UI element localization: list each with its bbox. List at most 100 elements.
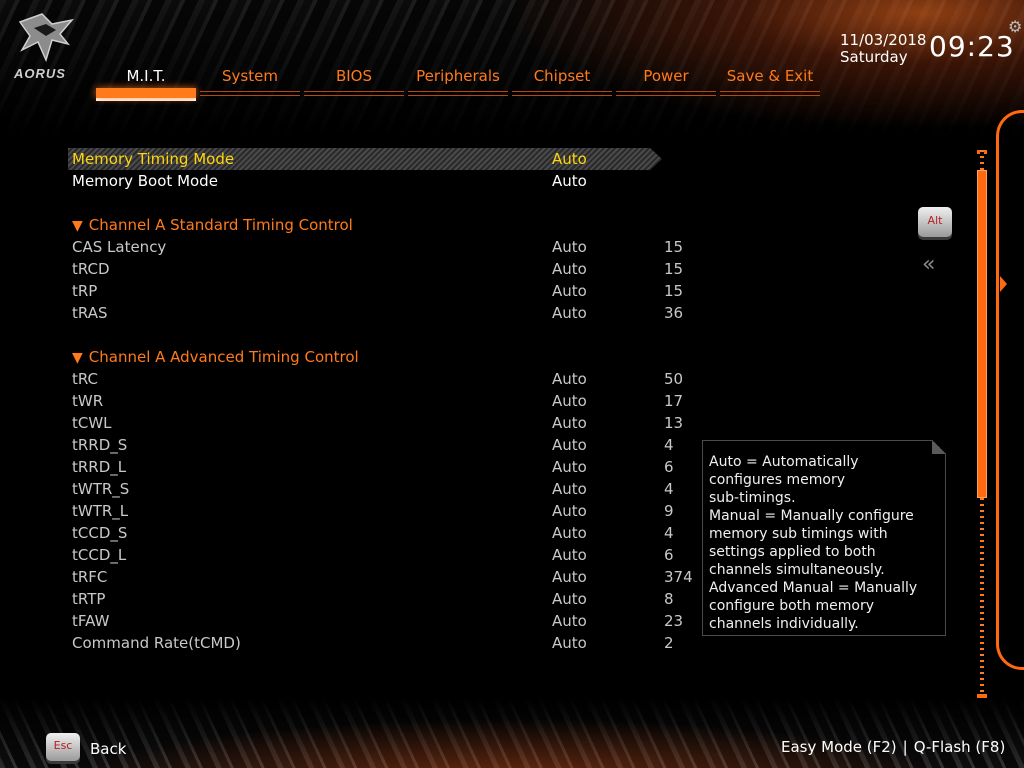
setting-mode: Auto (552, 260, 587, 278)
setting-mode: Auto (552, 546, 587, 564)
setting-mode: Auto (552, 238, 587, 256)
tab-chipset[interactable]: Chipset (512, 64, 612, 100)
setting-tcwl[interactable]: tCWL Auto 13 (72, 412, 702, 434)
setting-mode: Auto (552, 150, 587, 168)
setting-trp[interactable]: tRP Auto 15 (72, 280, 702, 302)
setting-label: tFAW (72, 612, 110, 630)
setting-tfaw[interactable]: tFAW Auto 23 (72, 610, 702, 632)
setting-label: Memory Boot Mode (72, 172, 218, 190)
setting-tras[interactable]: tRAS Auto 36 (72, 302, 702, 324)
setting-mode: Auto (552, 524, 587, 542)
section-title: Channel A Advanced Timing Control (88, 348, 359, 366)
tab-mit[interactable]: M.I.T. (96, 64, 196, 101)
setting-value: 15 (664, 260, 684, 278)
setting-label: CAS Latency (72, 238, 167, 256)
setting-label: tCCD_S (72, 524, 128, 542)
help-line: Manual = Manually configure (709, 508, 914, 524)
help-line: channels simultaneously. (709, 562, 885, 578)
setting-label: tRRD_S (72, 436, 128, 454)
setting-twr[interactable]: tWR Auto 17 (72, 390, 702, 412)
setting-command-rate[interactable]: Command Rate(tCMD) Auto 2 (72, 632, 702, 654)
side-panel-handle[interactable] (996, 110, 1024, 670)
triangle-down-icon: ▼ (72, 350, 83, 366)
setting-tccd-s[interactable]: tCCD_S Auto 4 (72, 522, 702, 544)
help-line: configures memory (709, 472, 846, 488)
setting-value: 4 (664, 436, 674, 454)
setting-mode: Auto (552, 304, 587, 322)
section-advanced-timing[interactable]: ▼ Channel A Advanced Timing Control (72, 346, 359, 369)
setting-label: tRCD (72, 260, 110, 278)
setting-memory-boot-mode[interactable]: Memory Boot Mode Auto (72, 170, 702, 192)
alt-key-button[interactable]: Alt (918, 207, 952, 237)
setting-trtp[interactable]: tRTP Auto 8 (72, 588, 702, 610)
setting-label: tRRD_L (72, 458, 127, 476)
setting-label: tWTR_S (72, 480, 130, 498)
footer-shortcuts: Easy Mode (F2) | Q-Flash (F8) (781, 738, 1005, 756)
setting-value: 23 (664, 612, 684, 630)
setting-mode: Auto (552, 436, 587, 454)
tab-bios[interactable]: BIOS (304, 64, 404, 100)
setting-trc[interactable]: tRC Auto 50 (72, 368, 702, 390)
setting-twtr-s[interactable]: tWTR_S Auto 4 (72, 478, 702, 500)
back-button[interactable]: Back (90, 740, 126, 758)
setting-tccd-l[interactable]: tCCD_L Auto 6 (72, 544, 702, 566)
setting-value: 9 (664, 502, 674, 520)
setting-mode: Auto (552, 172, 587, 190)
setting-value: 374 (664, 568, 693, 586)
esc-key-button[interactable]: Esc (46, 733, 80, 761)
tab-power[interactable]: Power (616, 64, 716, 100)
tab-system[interactable]: System (200, 64, 300, 100)
setting-value: 8 (664, 590, 674, 608)
triangle-down-icon: ▼ (72, 218, 83, 234)
setting-value: 36 (664, 304, 684, 322)
setting-mode: Auto (552, 590, 587, 608)
setting-value: 6 (664, 546, 674, 564)
setting-mode: Auto (552, 480, 587, 498)
help-line: settings applied to both (709, 544, 876, 560)
setting-label: tWTR_L (72, 502, 129, 520)
setting-label: tRP (72, 282, 98, 300)
help-line: sub-timings. (709, 490, 796, 506)
setting-label: tWR (72, 392, 104, 410)
easy-mode-button[interactable]: Easy Mode (F2) (781, 738, 897, 756)
setting-value: 17 (664, 392, 684, 410)
setting-mode: Auto (552, 282, 587, 300)
setting-mode: Auto (552, 502, 587, 520)
folded-corner-icon (932, 440, 946, 454)
setting-label: tRC (72, 370, 99, 388)
help-line: Auto = Automatically (709, 454, 859, 470)
setting-mode: Auto (552, 458, 587, 476)
time-display: 09:23 (929, 30, 1015, 63)
setting-trfc[interactable]: tRFC Auto 374 (72, 566, 702, 588)
setting-label: tRFC (72, 568, 108, 586)
setting-label: tRAS (72, 304, 108, 322)
setting-mode: Auto (552, 414, 587, 432)
tab-peripherals[interactable]: Peripherals (408, 64, 508, 100)
setting-trrd-s[interactable]: tRRD_S Auto 4 (72, 434, 702, 456)
setting-label: Memory Timing Mode (72, 150, 235, 168)
setting-label: tCCD_L (72, 546, 127, 564)
setting-label: tRTP (72, 590, 106, 608)
setting-mode: Auto (552, 392, 587, 410)
double-chevron-left-icon[interactable]: « (922, 252, 935, 277)
tab-save-exit[interactable]: Save & Exit (720, 64, 820, 100)
setting-cas-latency[interactable]: CAS Latency Auto 15 (72, 236, 702, 258)
setting-value: 4 (664, 524, 674, 542)
setting-value: 15 (664, 238, 684, 256)
setting-trrd-l[interactable]: tRRD_L Auto 6 (72, 456, 702, 478)
help-line: memory sub timings with (709, 526, 888, 542)
qflash-button[interactable]: Q-Flash (F8) (914, 738, 1006, 756)
scrollbar-thumb[interactable] (977, 170, 987, 498)
setting-mode: Auto (552, 568, 587, 586)
setting-memory-timing-mode[interactable]: Memory Timing Mode Auto (72, 148, 702, 170)
gear-icon[interactable]: ⚙ (1008, 17, 1022, 36)
arrow-right-icon[interactable] (1000, 276, 1007, 292)
section-standard-timing[interactable]: ▼ Channel A Standard Timing Control (72, 214, 353, 237)
setting-value: 50 (664, 370, 684, 388)
setting-twtr-l[interactable]: tWTR_L Auto 9 (72, 500, 702, 522)
help-line: configure both memory (709, 598, 874, 614)
setting-trcd[interactable]: tRCD Auto 15 (72, 258, 702, 280)
setting-mode: Auto (552, 634, 587, 652)
scrollbar[interactable] (977, 150, 987, 698)
day-display: Saturday (840, 48, 908, 66)
